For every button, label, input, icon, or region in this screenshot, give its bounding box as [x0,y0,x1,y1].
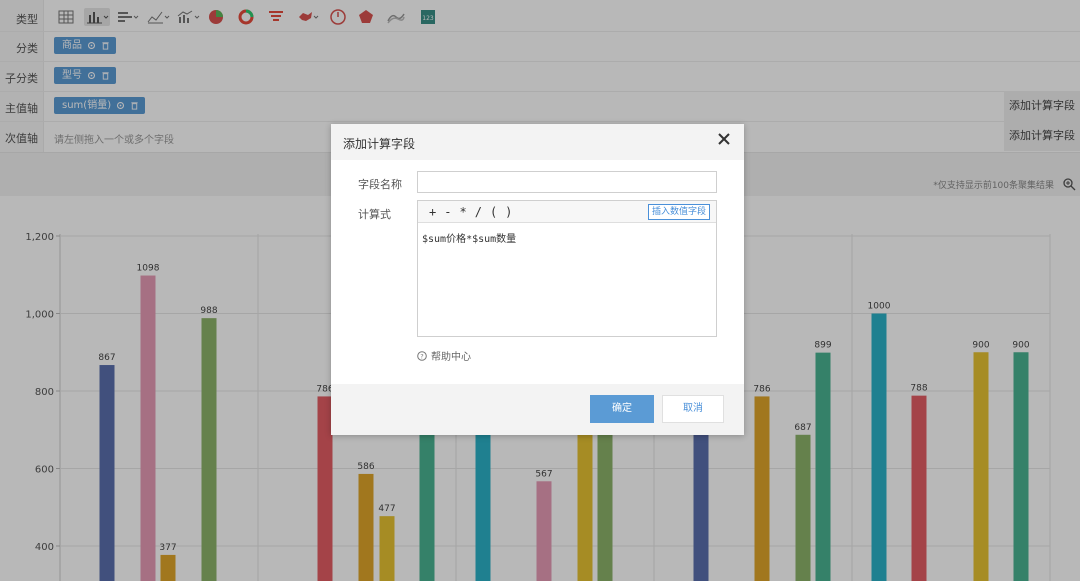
operator-buttons: + - * / () [428,205,513,219]
operator-button[interactable]: ( [489,205,498,219]
formula-label: 计算式 [358,208,391,221]
help-center-link[interactable]: ? 帮助中心 [417,348,471,363]
field-name-input[interactable] [417,171,717,193]
operator-button[interactable]: - [443,205,452,219]
operator-bar: + - * / () 插入数值字段 [418,201,716,223]
formula-text[interactable]: $sum价格*$sum数量 [422,230,516,245]
formula-editor[interactable]: + - * / () 插入数值字段 $sum价格*$sum数量 [417,200,717,337]
operator-button[interactable]: * [458,205,467,219]
svg-text:?: ? [420,352,423,360]
insert-numeric-field-button[interactable]: 插入数值字段 [647,204,710,220]
operator-button[interactable]: ) [504,205,513,219]
help-center-label: 帮助中心 [431,352,471,363]
confirm-button[interactable]: 确定 [590,395,654,423]
add-calculated-field-dialog: 添加计算字段 字段名称 计算式 + - * / () 插入数值字段 $sum价格*$su… [331,124,744,435]
cancel-button[interactable]: 取消 [662,395,724,423]
dialog-header: 添加计算字段 [331,124,744,160]
dialog-title: 添加计算字段 [343,137,416,151]
question-icon: ? [417,350,427,361]
operator-button[interactable]: / [474,205,483,219]
operator-button[interactable]: + [428,205,437,219]
close-icon[interactable] [718,133,730,145]
field-name-label: 字段名称 [358,178,402,191]
